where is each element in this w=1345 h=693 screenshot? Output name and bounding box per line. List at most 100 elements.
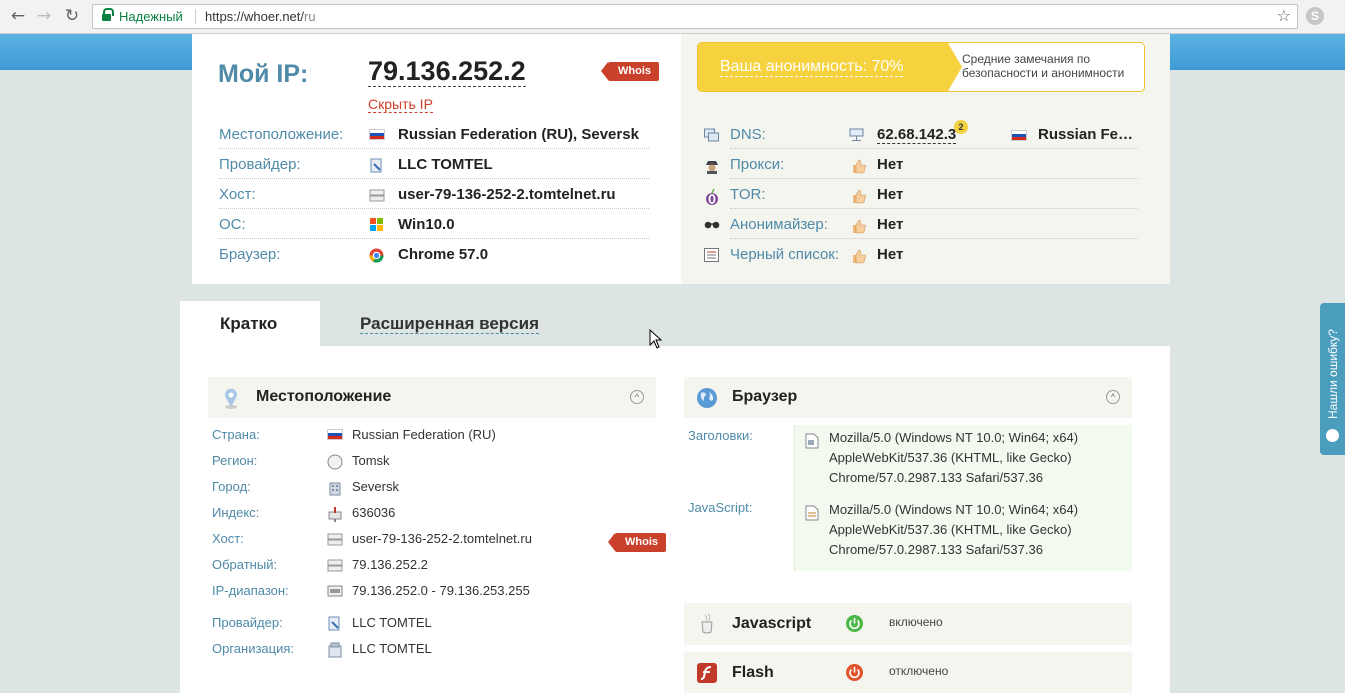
organization-row: Организация: LLC TOMTEL bbox=[212, 639, 656, 659]
windows-icon bbox=[369, 218, 385, 232]
organization-icon bbox=[327, 642, 343, 658]
location-section-header[interactable]: Местоположение ^ bbox=[208, 377, 656, 418]
organization-label: Организация: bbox=[212, 641, 295, 656]
tor-value: Нет bbox=[877, 186, 904, 203]
provider-value: LLC TOMTEL bbox=[398, 156, 493, 173]
anonymizer-value: Нет bbox=[877, 216, 904, 233]
os-value: Win10.0 bbox=[398, 216, 455, 233]
flash-feature-row: Flash отключено bbox=[684, 652, 1132, 693]
browser-row: Браузер: Chrome 57.0 bbox=[219, 239, 649, 269]
provider-icon bbox=[369, 158, 385, 173]
anonymity-description: Средние замечания по безопасности и анон… bbox=[962, 52, 1125, 80]
ip-range-label: IP-диапазон: bbox=[212, 583, 289, 598]
headers-ua-line: AppleWebKit/537.36 (KHTML, like Gecko) bbox=[829, 450, 1072, 465]
report-error-tab[interactable]: Нашли ошибку? bbox=[1320, 303, 1345, 455]
tor-row: TOR: Нет bbox=[704, 179, 1138, 209]
address-bar[interactable]: Надежный https://whoer.net/ru ☆ bbox=[92, 4, 1298, 29]
server-icon bbox=[327, 558, 343, 572]
tor-label: TOR: bbox=[730, 186, 766, 203]
thumbs-up-icon bbox=[851, 248, 867, 264]
chrome-icon bbox=[369, 248, 385, 263]
os-row: ОС: Win10.0 bbox=[219, 209, 649, 239]
browser-label: Браузер: bbox=[219, 246, 281, 263]
headers-user-agent: Mozilla/5.0 (Windows NT 10.0; Win64; x64… bbox=[829, 428, 1129, 488]
list-icon bbox=[704, 248, 720, 262]
country-row: Страна: Russian Federation (RU) bbox=[212, 425, 656, 445]
country-value: Russian Federation (RU) bbox=[352, 427, 496, 442]
building-icon bbox=[327, 480, 343, 496]
isp-value: LLC TOMTEL bbox=[352, 615, 432, 630]
location-row: Местоположение: Russian Federation (RU),… bbox=[219, 119, 649, 149]
compass-icon bbox=[327, 454, 343, 470]
russia-flag-icon bbox=[327, 428, 343, 442]
dns-country: Russian Federation bbox=[1038, 126, 1138, 143]
collapse-icon[interactable]: ^ bbox=[630, 390, 644, 404]
thumbs-up-icon bbox=[851, 218, 867, 234]
network-icon bbox=[849, 128, 865, 142]
postal-label: Индекс: bbox=[212, 505, 260, 520]
reload-icon[interactable]: ↻ bbox=[62, 6, 82, 26]
tab-brief[interactable]: Кратко bbox=[180, 301, 320, 347]
host-detail-label: Хост: bbox=[212, 531, 244, 546]
dns-icon bbox=[704, 128, 720, 142]
host-row: Хост: user-79-136-252-2.tomtelnet.ru bbox=[219, 179, 649, 209]
whois-host-button[interactable]: Whois bbox=[608, 533, 666, 552]
bookmark-star-icon[interactable]: ☆ bbox=[1277, 6, 1291, 26]
document-icon bbox=[805, 433, 819, 449]
tab-extended[interactable]: Расширенная версия bbox=[360, 314, 540, 334]
proxy-value: Нет bbox=[877, 156, 904, 173]
region-value: Tomsk bbox=[352, 453, 390, 468]
anonymity-arrow bbox=[948, 43, 962, 91]
postal-value: 636036 bbox=[352, 505, 396, 520]
spy-icon bbox=[704, 158, 720, 174]
postal-row: Индекс: 636036 bbox=[212, 503, 656, 523]
reverse-value: 79.136.252.2 bbox=[352, 557, 428, 572]
browser-value: Chrome 57.0 bbox=[398, 246, 489, 263]
server-icon bbox=[369, 188, 385, 202]
hide-ip-link[interactable]: Скрыть IP bbox=[368, 96, 433, 113]
browser-toolbar: ← → ↻ Надежный https://whoer.net/ru ☆ S bbox=[0, 0, 1345, 34]
script-document-icon bbox=[805, 505, 819, 521]
whois-button[interactable]: Whois bbox=[601, 62, 659, 81]
os-label: ОС: bbox=[219, 216, 246, 233]
server-icon bbox=[327, 532, 343, 546]
proxy-row: Прокси: Нет bbox=[704, 149, 1138, 179]
flash-title: Flash bbox=[732, 664, 774, 681]
city-label: Город: bbox=[212, 479, 251, 494]
proxy-label: Прокси: bbox=[730, 156, 785, 173]
blacklist-value: Нет bbox=[877, 246, 904, 263]
headers-ua-line: Chrome/57.0.2987.133 Safari/537.36 bbox=[829, 470, 1043, 485]
ip-address[interactable]: 79.136.252.2 bbox=[368, 56, 526, 87]
headers-label: Заголовки: bbox=[688, 428, 753, 443]
back-icon[interactable]: ← bbox=[8, 6, 28, 26]
organization-value: LLC TOMTEL bbox=[352, 641, 432, 656]
power-on-icon bbox=[846, 615, 863, 632]
js-ua-line: Mozilla/5.0 (Windows NT 10.0; Win64; x64… bbox=[829, 502, 1079, 517]
skype-extension-icon[interactable]: S bbox=[1306, 7, 1324, 25]
ip-info-left: Мой IP: 79.136.252.2 Скрыть IP Whois Мес… bbox=[192, 34, 681, 284]
url-text[interactable]: https://whoer.net/ru bbox=[205, 9, 316, 24]
isp-row: Провайдер: LLC TOMTEL bbox=[212, 613, 656, 633]
host-label: Хост: bbox=[219, 186, 256, 203]
forward-icon[interactable]: → bbox=[34, 6, 54, 26]
ip-range-row: IP-диапазон: 79.136.252.0 - 79.136.253.2… bbox=[212, 581, 656, 601]
mailbox-icon bbox=[327, 506, 343, 522]
flash-icon bbox=[696, 661, 718, 685]
anonymity-box[interactable]: Ваша анонимность: 70% Средние замечания … bbox=[697, 42, 1145, 92]
tab-brief-label: Кратко bbox=[220, 314, 278, 333]
anonymizer-label: Анонимайзер: bbox=[730, 216, 828, 233]
location-section-title: Местоположение bbox=[256, 388, 392, 405]
host-value: user-79-136-252-2.tomtelnet.ru bbox=[398, 186, 616, 203]
javascript-user-agent: Mozilla/5.0 (Windows NT 10.0; Win64; x64… bbox=[829, 500, 1129, 560]
dns-value[interactable]: 62.68.142.3 bbox=[877, 126, 957, 144]
ip-summary-panel: Мой IP: 79.136.252.2 Скрыть IP Whois Мес… bbox=[192, 34, 1170, 284]
city-value: Seversk bbox=[352, 479, 399, 494]
browser-section-header[interactable]: Браузер ^ bbox=[684, 377, 1132, 418]
headers-ua-line: Mozilla/5.0 (Windows NT 10.0; Win64; x64… bbox=[829, 430, 1079, 445]
thumbs-up-icon bbox=[851, 158, 867, 174]
anonymity-score[interactable]: Ваша анонимность: 70% bbox=[720, 58, 904, 77]
bug-icon bbox=[1326, 429, 1339, 442]
collapse-icon[interactable]: ^ bbox=[1106, 390, 1120, 404]
report-error-label: Нашли ошибку? bbox=[1326, 329, 1340, 419]
url-host: https://whoer.net/ bbox=[205, 9, 305, 24]
